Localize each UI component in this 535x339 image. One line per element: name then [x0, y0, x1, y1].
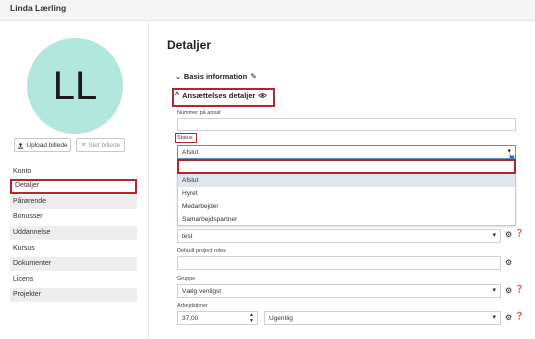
- gruppe-label: Gruppe: [177, 276, 196, 282]
- caret-down-icon: ▾: [492, 287, 496, 294]
- role-select-value: test: [182, 232, 193, 240]
- status-option-hyret[interactable]: Hyret: [178, 187, 515, 200]
- periode-select-value: Ugentlig: [269, 314, 293, 322]
- caret-down-icon: ▾: [492, 314, 496, 321]
- close-icon: ✕: [80, 142, 87, 149]
- delete-image-button[interactable]: ✕ Slet billede: [76, 138, 125, 152]
- status-option-samarbejdspartner[interactable]: Samarbejdspartner: [178, 213, 515, 226]
- user-name: Linda Lærling: [10, 3, 67, 13]
- nummer-input[interactable]: [177, 118, 516, 131]
- sidebar-item-uddannelse[interactable]: Uddannelse: [10, 226, 137, 240]
- top-bar: [0, 0, 535, 21]
- avatar-initials: LL: [52, 63, 98, 108]
- stepper-arrows-icon[interactable]: ▲ ▼: [249, 312, 254, 324]
- arbejdstimer-value: 37,00: [182, 314, 199, 322]
- nummer-label: Nummer på ansat: [177, 110, 221, 116]
- chevron-down-icon: ⌄: [175, 73, 181, 81]
- sidebar-item-detaljer[interactable]: Detaljer: [10, 179, 137, 194]
- status-option-afslut[interactable]: Afslut: [178, 174, 515, 187]
- sidebar-item-projekter[interactable]: Projekter: [10, 288, 137, 302]
- gruppe-select[interactable]: Vælg venligst ▾: [177, 284, 501, 298]
- status-select-value: Afslut: [182, 148, 199, 156]
- section-basis-information[interactable]: ⌄ Basis information ✎: [175, 72, 257, 81]
- help-icon[interactable]: ❓: [515, 285, 524, 293]
- help-icon[interactable]: ❓: [515, 229, 524, 237]
- upload-image-button[interactable]: Upload billede: [14, 138, 71, 152]
- gear-icon[interactable]: ⚙: [505, 258, 512, 267]
- upload-icon: [18, 142, 24, 149]
- gear-icon[interactable]: ⚙: [505, 313, 512, 322]
- sidebar-item-kursus[interactable]: Kursus: [10, 242, 137, 256]
- upload-image-label: Upload billede: [26, 141, 68, 149]
- sidebar-item-licens[interactable]: Licens: [10, 273, 137, 287]
- sidebar-item-dokumenter[interactable]: Dokumenter: [10, 257, 137, 271]
- role-select[interactable]: test ▾: [177, 229, 501, 243]
- arbejdstimer-stepper[interactable]: 37,00 ▲ ▼: [177, 311, 258, 325]
- default-roles-label: Default project roles: [177, 248, 226, 254]
- sidebar-divider: [148, 20, 149, 339]
- gear-icon[interactable]: ⚙: [505, 286, 512, 295]
- status-select[interactable]: Afslut ▾: [177, 145, 516, 159]
- sidebar-item-bonusser[interactable]: Bonusser: [10, 210, 137, 224]
- pencil-icon: ✎: [250, 72, 257, 81]
- help-icon[interactable]: ❓: [515, 312, 524, 320]
- page-title: Detaljer: [167, 38, 212, 52]
- sidebar-item-konto[interactable]: Konto: [10, 165, 137, 179]
- status-option-medarbejder[interactable]: Medarbejder: [178, 200, 515, 213]
- section-ansaettelse-label: Ansættelses detaljer: [182, 91, 256, 100]
- chevron-up-icon: ^: [175, 92, 180, 99]
- periode-select[interactable]: Ugentlig ▾: [264, 311, 501, 325]
- avatar: LL: [27, 38, 123, 134]
- status-dropdown: Afslut Hyret Medarbejder Samarbejdspartn…: [177, 174, 516, 226]
- status-label: Status: [177, 135, 193, 141]
- eye-icon: [258, 93, 268, 98]
- sidebar-item-paaroerende[interactable]: Pårørende: [10, 195, 137, 209]
- caret-down-icon: ▾: [492, 232, 496, 239]
- gruppe-select-value: Vælg venligst: [182, 287, 222, 295]
- dropdown-search-input[interactable]: [177, 159, 516, 174]
- default-roles-input[interactable]: [177, 256, 501, 270]
- arbejdstimer-label: Arbejdstimer: [177, 303, 208, 309]
- section-ansaettelses-detaljer[interactable]: ^ Ansættelses detaljer: [175, 91, 268, 100]
- delete-image-label: Slet billede: [88, 141, 121, 149]
- gear-icon[interactable]: ⚙: [505, 230, 512, 239]
- section-basis-label: Basis information: [183, 72, 248, 81]
